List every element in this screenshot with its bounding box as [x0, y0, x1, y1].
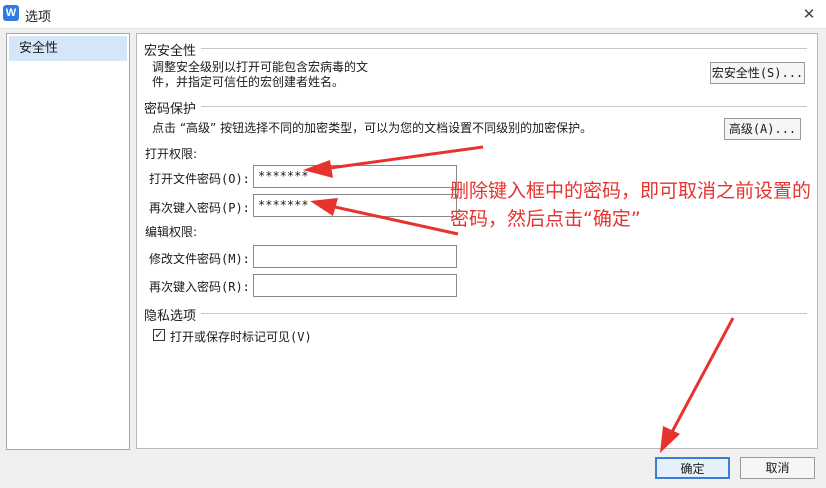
ok-button[interactable]: 确定: [655, 457, 730, 479]
cancel-button[interactable]: 取消: [740, 457, 815, 479]
arrow-to-open-password: [303, 145, 484, 178]
arrow-to-ok-button: [660, 317, 735, 453]
annotation-arrows: [303, 145, 735, 453]
arrow-to-reenter-password: [310, 198, 459, 236]
